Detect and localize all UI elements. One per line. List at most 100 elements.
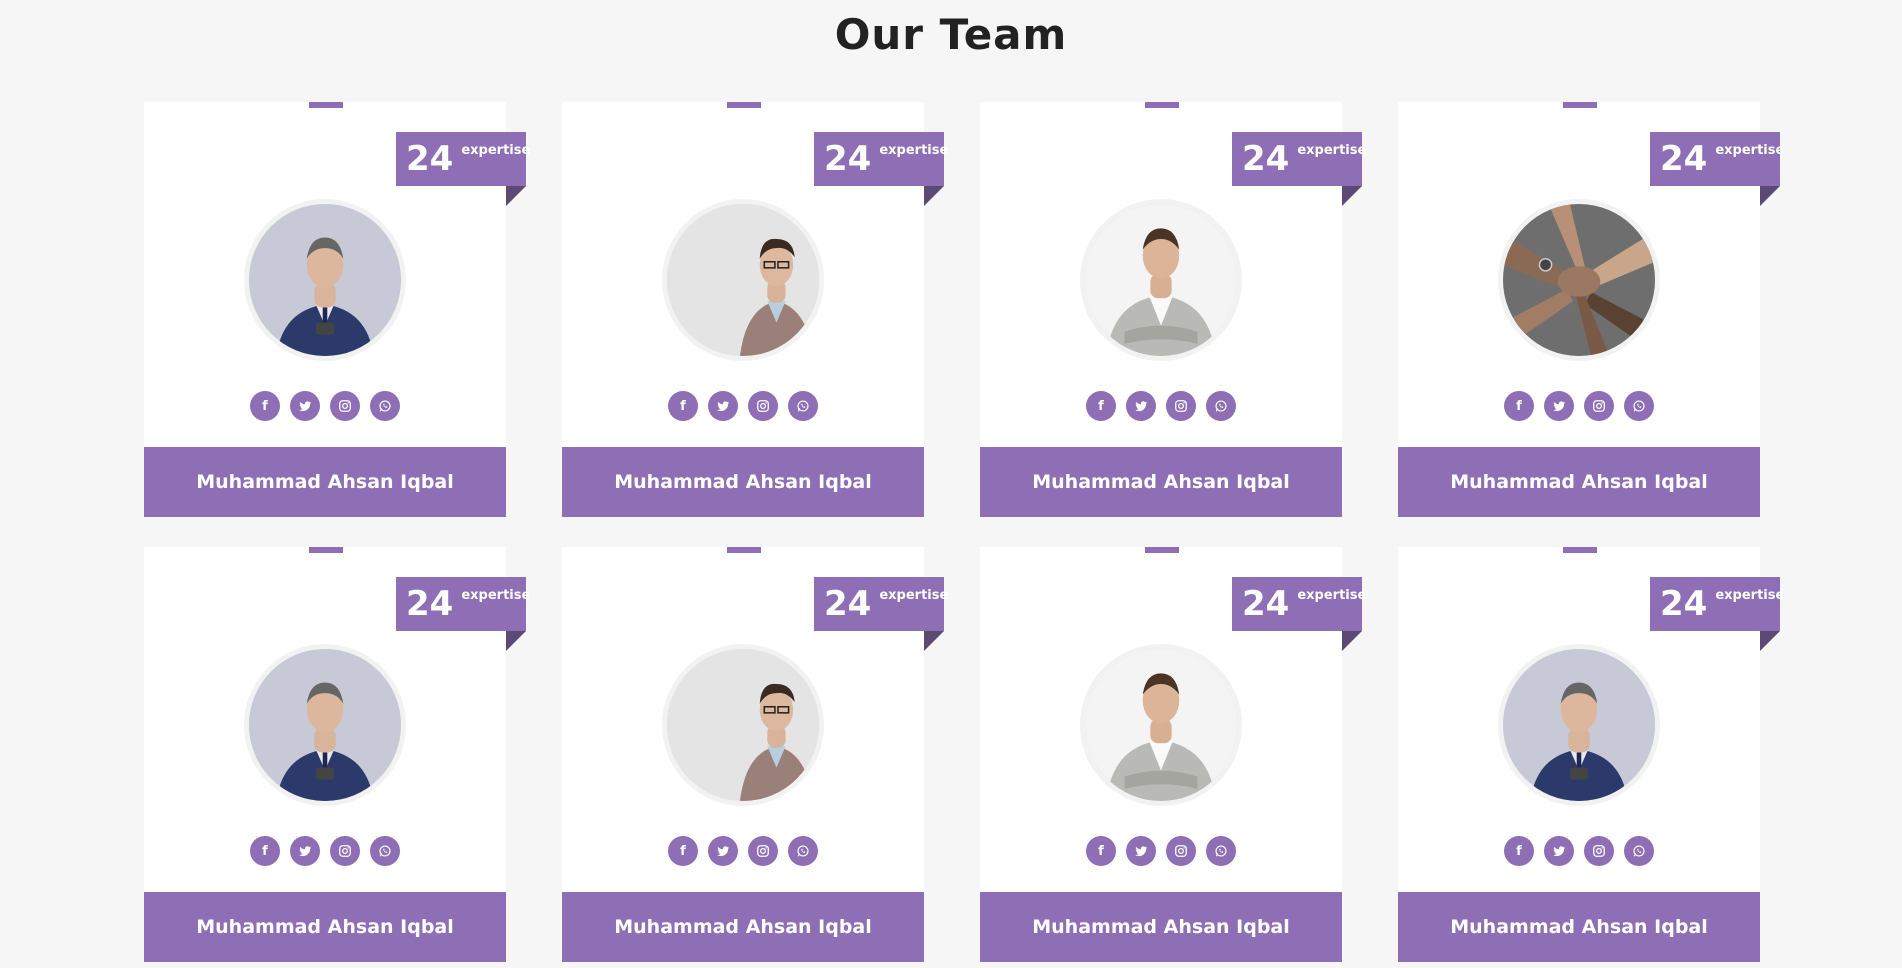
social-links: f [144,391,506,421]
team-grid: 24 expertise f Muhammad Ahsan Iqbal 24 e… [144,102,1784,962]
facebook-icon[interactable]: f [1504,391,1534,421]
twitter-icon[interactable] [1126,836,1156,866]
facebook-icon[interactable]: f [1504,836,1534,866]
whatsapp-icon[interactable] [370,391,400,421]
social-links: f [562,391,924,421]
instagram-icon[interactable] [330,391,360,421]
expertise-label: expertise [461,588,531,603]
member-photo [1080,644,1242,806]
card-top-tab [1563,102,1597,108]
expertise-ribbon: 24 expertise [1650,577,1784,631]
instagram-icon[interactable] [748,836,778,866]
ribbon-fold [506,631,526,651]
expertise-ribbon: 24 expertise [814,577,948,631]
expertise-label: expertise [1715,143,1785,158]
ribbon-fold [924,631,944,651]
expertise-number: 24 [824,139,872,179]
expertise-ribbon: 24 expertise [396,577,530,631]
member-photo [662,644,824,806]
whatsapp-icon[interactable] [370,836,400,866]
social-links: f [562,836,924,866]
team-card: 24 expertise f Muhammad Ahsan Iqbal [562,547,948,962]
member-name: Muhammad Ahsan Iqbal [562,892,924,962]
facebook-icon[interactable]: f [250,391,280,421]
whatsapp-icon[interactable] [1624,836,1654,866]
facebook-icon[interactable]: f [668,391,698,421]
expertise-label: expertise [879,588,949,603]
twitter-icon[interactable] [1126,391,1156,421]
social-links: f [980,836,1342,866]
twitter-icon[interactable] [1544,836,1574,866]
instagram-icon[interactable] [1166,391,1196,421]
instagram-icon[interactable] [1584,836,1614,866]
instagram-icon[interactable] [748,391,778,421]
whatsapp-icon[interactable] [788,836,818,866]
team-card: 24 expertise f Muhammad Ahsan Iqbal [562,102,948,517]
facebook-icon[interactable]: f [250,836,280,866]
member-name: Muhammad Ahsan Iqbal [980,892,1342,962]
card-top-tab [309,102,343,108]
expertise-number: 24 [824,584,872,624]
card-top-tab [727,102,761,108]
twitter-icon[interactable] [290,836,320,866]
facebook-icon[interactable]: f [1086,391,1116,421]
expertise-number: 24 [1660,139,1708,179]
twitter-icon[interactable] [708,836,738,866]
team-card: 24 expertise f Muhammad Ahsan Iqbal [144,547,530,962]
team-card: 24 expertise f Muhammad Ahsan Iqbal [980,547,1366,962]
card-top-tab [309,547,343,553]
expertise-number: 24 [406,584,454,624]
whatsapp-icon[interactable] [788,391,818,421]
expertise-number: 24 [1660,584,1708,624]
expertise-label: expertise [1297,143,1367,158]
ribbon-fold [1760,631,1780,651]
facebook-icon[interactable]: f [668,836,698,866]
member-name: Muhammad Ahsan Iqbal [980,447,1342,517]
team-card: 24 expertise f Muhammad Ahsan Iqbal [1398,102,1784,517]
social-links: f [144,836,506,866]
instagram-icon[interactable] [1166,836,1196,866]
expertise-number: 24 [406,139,454,179]
whatsapp-icon[interactable] [1206,391,1236,421]
member-photo [244,644,406,806]
twitter-icon[interactable] [290,391,320,421]
expertise-ribbon: 24 expertise [1232,132,1366,186]
expertise-label: expertise [1297,588,1367,603]
social-links: f [980,391,1342,421]
ribbon-fold [1342,631,1362,651]
expertise-ribbon: 24 expertise [1650,132,1784,186]
ribbon-fold [924,186,944,206]
team-card: 24 expertise f Muhammad Ahsan Iqbal [980,102,1366,517]
member-photo [1498,199,1660,361]
member-name: Muhammad Ahsan Iqbal [562,447,924,517]
expertise-label: expertise [879,143,949,158]
social-links: f [1398,836,1760,866]
member-name: Muhammad Ahsan Iqbal [1398,892,1760,962]
card-top-tab [1145,547,1179,553]
twitter-icon[interactable] [1544,391,1574,421]
member-name: Muhammad Ahsan Iqbal [144,892,506,962]
member-photo [662,199,824,361]
ribbon-fold [1760,186,1780,206]
team-card: 24 expertise f Muhammad Ahsan Iqbal [1398,547,1784,962]
whatsapp-icon[interactable] [1624,391,1654,421]
page-title: Our Team [834,10,1068,59]
whatsapp-icon[interactable] [1206,836,1236,866]
team-card: 24 expertise f Muhammad Ahsan Iqbal [144,102,530,517]
expertise-number: 24 [1242,139,1290,179]
card-top-tab [1563,547,1597,553]
expertise-ribbon: 24 expertise [396,132,530,186]
expertise-ribbon: 24 expertise [814,132,948,186]
instagram-icon[interactable] [1584,391,1614,421]
card-top-tab [1145,102,1179,108]
twitter-icon[interactable] [708,391,738,421]
expertise-label: expertise [461,143,531,158]
instagram-icon[interactable] [330,836,360,866]
facebook-icon[interactable]: f [1086,836,1116,866]
expertise-ribbon: 24 expertise [1232,577,1366,631]
expertise-label: expertise [1715,588,1785,603]
member-photo [244,199,406,361]
card-top-tab [727,547,761,553]
member-photo [1080,199,1242,361]
expertise-number: 24 [1242,584,1290,624]
